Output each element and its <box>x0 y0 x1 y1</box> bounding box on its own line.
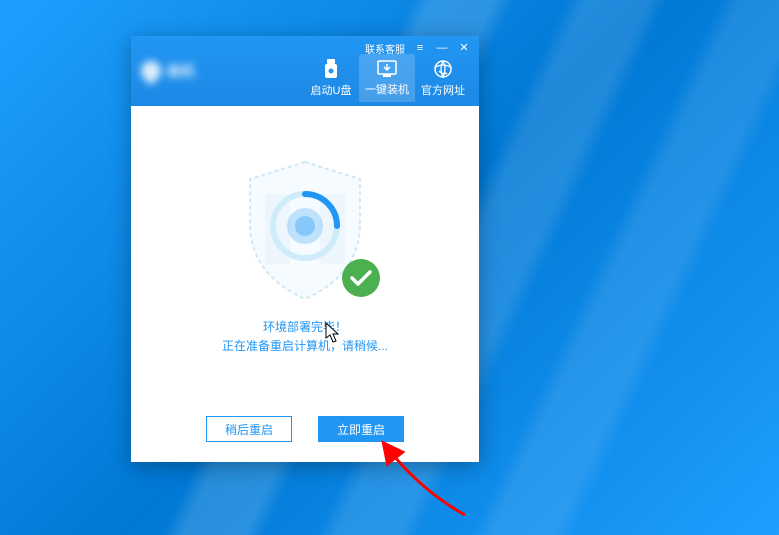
status-text: 环境部署完毕！ 正在准备重启计算机，请稍候... <box>222 318 388 356</box>
restart-later-button[interactable]: 稍后重启 <box>206 416 292 442</box>
window-titlebar: 联系客服 ≡ — ✕ <box>365 36 479 56</box>
tab-official-website[interactable]: 官方网址 <box>415 54 471 102</box>
action-buttons: 稍后重启 立即重启 <box>131 416 479 442</box>
installer-window: 联系客服 ≡ — ✕ 装机 启动U盘 <box>131 36 479 462</box>
tab-label: 官方网址 <box>421 82 465 98</box>
status-subtitle: 正在准备重启计算机，请稍候... <box>222 337 388 356</box>
shield-graphic <box>235 154 375 304</box>
app-logo: 装机 <box>131 36 241 106</box>
install-icon <box>377 60 397 78</box>
menu-icon[interactable]: ≡ <box>413 43 427 54</box>
tab-usb-boot[interactable]: 启动U盘 <box>303 54 359 102</box>
browser-icon <box>433 59 453 79</box>
restart-now-button[interactable]: 立即重启 <box>318 416 404 442</box>
usb-icon <box>322 59 340 79</box>
contact-support-link[interactable]: 联系客服 <box>365 41 405 56</box>
app-header: 联系客服 ≡ — ✕ 装机 启动U盘 <box>131 36 479 106</box>
status-title: 环境部署完毕！ <box>222 318 388 337</box>
tab-label: 一键装机 <box>365 81 409 97</box>
tab-one-click-install[interactable]: 一键装机 <box>359 54 415 102</box>
app-body: 环境部署完毕！ 正在准备重启计算机，请稍候... 稍后重启 立即重启 <box>131 106 479 462</box>
tab-label: 启动U盘 <box>311 82 352 98</box>
minimize-icon[interactable]: — <box>435 43 449 54</box>
close-icon[interactable]: ✕ <box>457 43 471 54</box>
success-checkmark-icon <box>341 258 381 298</box>
